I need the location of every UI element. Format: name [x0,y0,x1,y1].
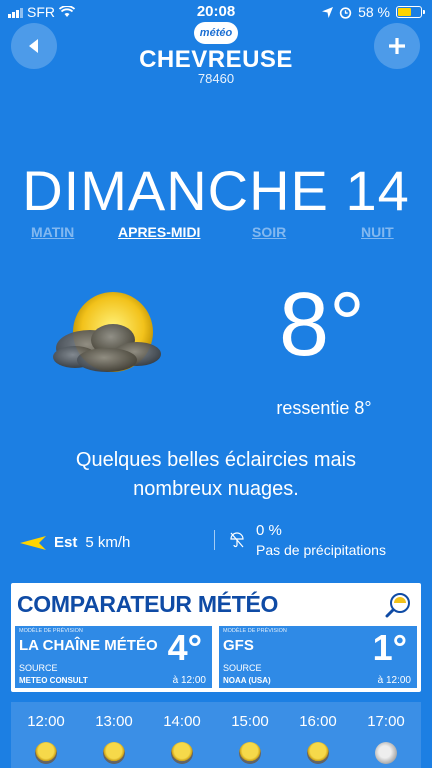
model-name: LA CHAÎNE MÉTÉO [19,637,158,654]
battery-percent: 58 % [358,4,390,20]
hour-label: 12:00 [27,713,65,730]
day-title: DIMANCHE 14 [22,159,410,222]
alarm-icon [339,6,352,19]
sun-cloud-icon [35,742,57,764]
forecast-time: à 12:00 [377,675,411,686]
model-temperature: 4° [167,627,202,668]
plus-icon [389,38,405,54]
sun-cloud-icon [307,742,329,764]
model-label: MODÈLE DE PRÉVISION [223,628,287,634]
current-temperature: 8° [278,275,366,375]
la-chaine-meteo-logo: météo [194,22,238,44]
hour-label: 15:00 [231,713,269,730]
status-right: 58 % [322,4,425,20]
description-line-1: Quelques belles éclaircies mais [75,449,357,471]
magnifier-sun-icon[interactable] [385,592,411,618]
sun-cloud-icon [239,742,261,764]
umbrella-icon [230,532,244,548]
wind-direction-icon [20,535,46,550]
moon-icon [375,742,397,764]
sun-with-cloud-icon [53,292,161,372]
model-label: MODÈLE DE PRÉVISION [19,628,83,634]
comparator-title: COMPARATEUR MÉTÉO [17,591,279,617]
hour-label: 13:00 [95,713,133,730]
tab-nuit[interactable]: NUIT [361,224,394,240]
weather-description: Quelques belles éclaircies mais nombreux… [30,446,402,504]
tab-soir[interactable]: SOIR [252,224,286,240]
precipitation-percent: 0 % [256,522,282,539]
tab-apres-midi[interactable]: APRES-MIDI [118,224,200,240]
weather-comparator[interactable]: COMPARATEUR MÉTÉO MODÈLE DE PRÉVISION LA… [11,583,421,692]
status-bar: SFR 20:08 58 % [0,0,432,24]
tab-matin[interactable]: MATIN [31,224,74,240]
model-card-la-chaine-meteo[interactable]: MODÈLE DE PRÉVISION LA CHAÎNE MÉTÉO 4° S… [15,626,212,688]
hour-label: 16:00 [299,713,337,730]
wind-speed: 5 km/h [85,534,131,551]
hourly-forecast[interactable]: 12:00 13:00 14:00 15:00 16:00 17:00 [11,702,421,768]
model-temperature: 1° [372,627,407,668]
divider [214,530,215,550]
city-name: CHEVREUSE [139,46,293,73]
model-card-gfs[interactable]: MODÈLE DE PRÉVISION GFS 1° SOURCE NOAA (… [219,626,417,688]
sun-cloud-icon [171,742,193,764]
wind-info: Est 5 km/h [20,534,130,551]
precipitation-label: Pas de précipitations [256,542,386,558]
hour-label: 17:00 [367,713,405,730]
description-line-2: nombreux nuages. [133,478,299,500]
sun-cloud-icon [103,742,125,764]
zip-code: 78460 [197,71,235,86]
felt-temperature: ressentie 8° [276,398,372,418]
add-city-button[interactable] [374,23,420,69]
model-name: GFS [223,637,254,654]
hour-label: 14:00 [163,713,201,730]
location-icon [322,6,334,18]
source-label: SOURCE [223,663,262,673]
period-tabs: MATIN APRES-MIDI SOIR NUIT [0,224,432,244]
battery-icon [396,6,425,18]
source-value: METEO CONSULT [19,676,88,685]
source-label: SOURCE [19,663,58,673]
wind-direction: Est [54,534,78,551]
forecast-time: à 12:00 [172,675,206,686]
source-value: NOAA (USA) [223,676,271,685]
